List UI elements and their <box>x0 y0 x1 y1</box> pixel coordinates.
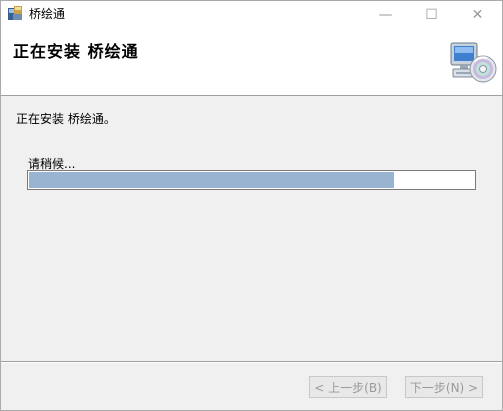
minimize-button[interactable]: — <box>363 1 408 28</box>
setup-computer-cd-icon <box>450 42 497 83</box>
install-progress-bar <box>27 170 476 190</box>
installer-window: 桥绘通 — ☐ ✕ 正在安装 桥绘通 正在安装 桥绘通。 请稍候... < 上一… <box>0 0 503 411</box>
close-icon: ✕ <box>471 6 484 23</box>
title-bar[interactable]: 桥绘通 — ☐ ✕ <box>1 1 502 28</box>
page-title: 正在安装 桥绘通 <box>13 42 139 61</box>
maximize-button[interactable]: ☐ <box>409 1 454 28</box>
back-button[interactable]: < 上一步(B) <box>309 376 387 398</box>
header-banner: 正在安装 桥绘通 <box>1 28 502 96</box>
close-button[interactable]: ✕ <box>455 1 500 28</box>
installer-app-icon <box>8 6 22 20</box>
next-button[interactable]: 下一步(N) > <box>405 376 483 398</box>
footer-divider <box>1 361 502 363</box>
minimize-icon: — <box>378 6 393 23</box>
install-status-text: 正在安装 桥绘通。 <box>16 112 116 126</box>
maximize-icon: ☐ <box>425 6 438 23</box>
progress-fill <box>29 172 394 188</box>
window-title: 桥绘通 <box>29 7 66 21</box>
